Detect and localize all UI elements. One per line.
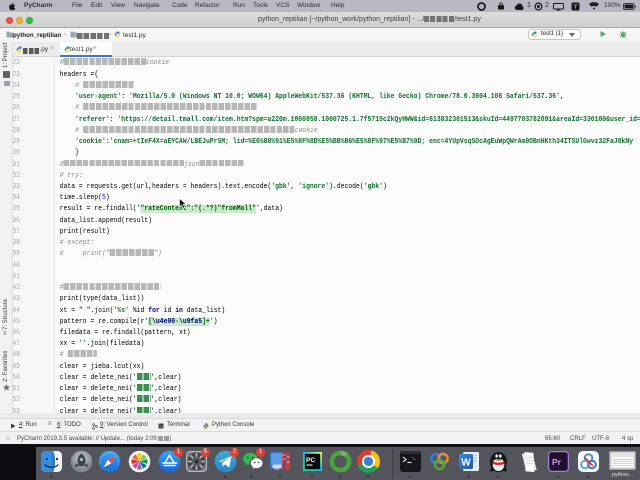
svg-text:PC: PC xyxy=(306,457,315,464)
svg-text:W: W xyxy=(461,458,471,469)
svg-text:Pr: Pr xyxy=(552,457,562,467)
